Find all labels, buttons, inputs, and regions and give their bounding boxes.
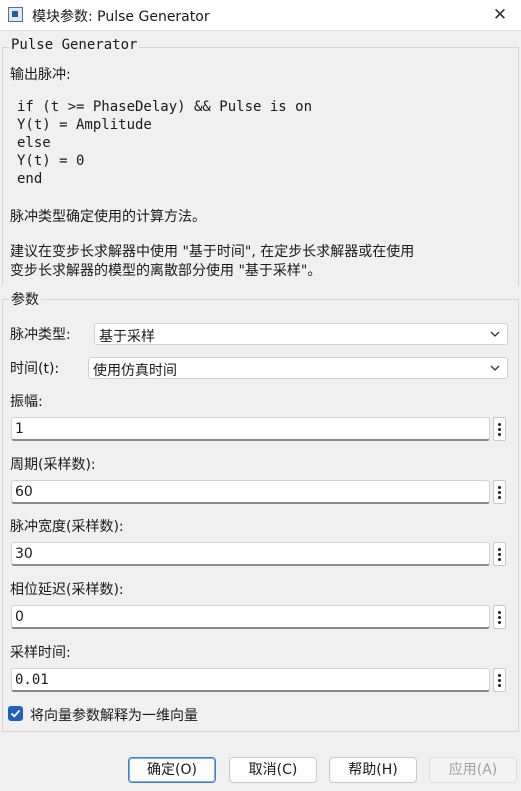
intro-text: 输出脉冲: xyxy=(10,67,71,83)
amplitude-input[interactable]: 1 xyxy=(11,417,490,441)
code-line: if (t >= PhaseDelay) && Pulse is on xyxy=(17,99,313,115)
sample-time-input[interactable]: 0.01 xyxy=(11,668,490,692)
time-value: 使用仿真时间 xyxy=(93,363,177,379)
pulse-width-label: 脉冲宽度(采样数): xyxy=(10,519,124,535)
description-group-title: Pulse Generator xyxy=(9,37,140,53)
ok-button[interactable]: 确定(O) xyxy=(128,757,216,783)
title-bar: 模块参数: Pulse Generator ✕ xyxy=(0,0,521,31)
code-line: else xyxy=(17,135,51,151)
time-label: 时间(t): xyxy=(10,361,60,377)
pulse-width-input[interactable]: 30 xyxy=(11,542,490,566)
period-value: 60 xyxy=(15,484,33,500)
amplitude-label: 振幅: xyxy=(10,394,43,410)
cancel-button[interactable]: 取消(C) xyxy=(229,757,317,783)
sample-time-value: 0.01 xyxy=(15,672,49,688)
sample-time-label: 采样时间: xyxy=(10,645,71,661)
close-button[interactable]: ✕ xyxy=(489,4,511,26)
window-title: 模块参数: Pulse Generator xyxy=(32,9,210,25)
pulse-width-value: 30 xyxy=(15,546,33,562)
parameters-group-title: 参数 xyxy=(9,289,41,309)
description-group: Pulse Generator 输出脉冲: if (t >= PhaseDela… xyxy=(2,37,519,286)
period-options-button[interactable] xyxy=(493,480,506,504)
pulse-type-select[interactable]: 基于采样 xyxy=(94,323,508,345)
checkmark-icon xyxy=(10,709,21,718)
help-button[interactable]: 帮助(H) xyxy=(329,757,417,783)
solver-note-line-1: 建议在变步长求解器中使用 "基于时间", 在定步长求解器或在使用 xyxy=(10,244,415,260)
phase-delay-input[interactable]: 0 xyxy=(11,605,490,629)
code-line: Y(t) = Amplitude xyxy=(17,117,152,133)
interpret-vector-checkbox[interactable] xyxy=(8,706,23,721)
code-block: if (t >= PhaseDelay) && Pulse is on Y(t)… xyxy=(17,98,312,188)
period-input[interactable]: 60 xyxy=(11,480,490,504)
apply-button[interactable]: 应用(A) xyxy=(429,757,517,783)
phase-delay-value: 0 xyxy=(15,609,24,625)
pulse-type-label: 脉冲类型: xyxy=(10,327,71,343)
chevron-down-icon xyxy=(490,331,500,337)
interpret-vector-label: 将向量参数解释为一维向量 xyxy=(30,708,198,724)
time-select[interactable]: 使用仿真时间 xyxy=(88,357,508,379)
phase-delay-options-button[interactable] xyxy=(493,605,506,629)
solver-note-line-2: 变步长求解器的模型的离散部分使用 "基于采样"。 xyxy=(10,263,322,279)
simulink-block-icon xyxy=(8,7,23,22)
pulse-type-value: 基于采样 xyxy=(99,329,155,345)
chevron-down-icon xyxy=(490,365,500,371)
amplitude-options-button[interactable] xyxy=(493,417,506,441)
period-label: 周期(采样数): xyxy=(10,457,96,473)
pulse-width-options-button[interactable] xyxy=(493,542,506,566)
amplitude-value: 1 xyxy=(15,421,24,437)
sample-time-options-button[interactable] xyxy=(493,668,506,692)
pulse-type-note: 脉冲类型确定使用的计算方法。 xyxy=(10,209,206,225)
phase-delay-label: 相位延迟(采样数): xyxy=(10,582,124,598)
code-line: Y(t) = 0 xyxy=(17,153,85,169)
code-line: end xyxy=(17,171,43,187)
